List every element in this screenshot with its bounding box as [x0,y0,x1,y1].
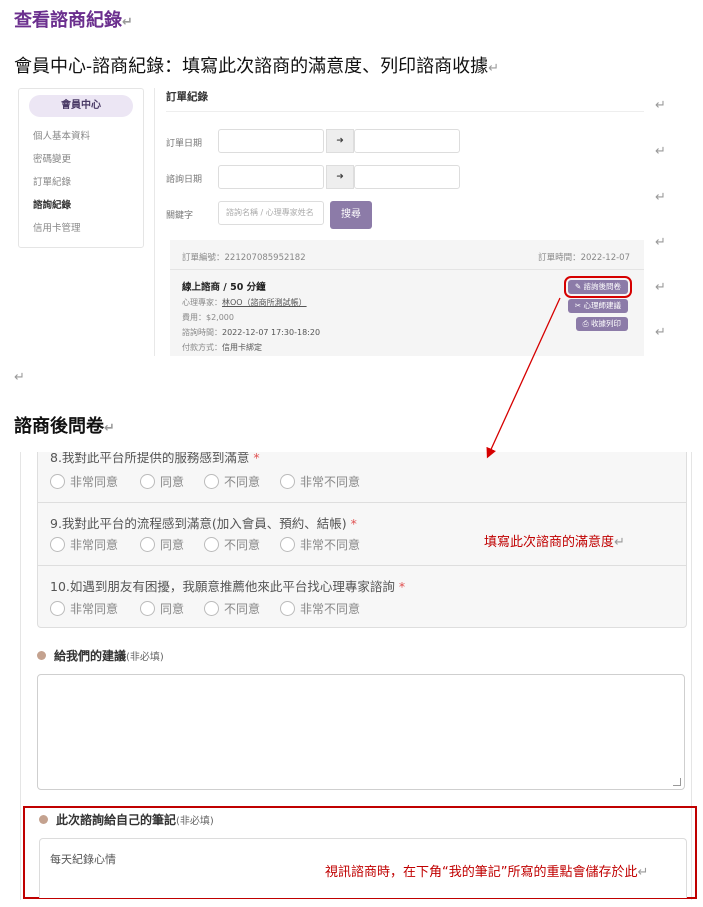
return-mark: ↵ [655,325,666,340]
radio-option[interactable]: 非常同意 [50,536,118,553]
question-text: 10.如遇到朋友有困擾，我願意推薦他來此平台找心理專家諮詢 * [50,579,406,594]
bullet-icon [39,815,48,824]
question-text: 9.我對此平台的流程感到滿意(加入會員、預約、結帳) * [50,516,357,531]
sidebar-item-credit-card[interactable]: 信用卡管理 [19,217,143,240]
consult-date-label: 諮詢日期 [166,175,203,185]
order-date-start-input[interactable] [218,129,324,153]
return-mark: ↵ [655,190,666,205]
survey-button[interactable]: ✎ 諮詢後問卷 [563,276,633,298]
arrow-right-icon: ➜ [326,165,354,189]
radio-option[interactable]: 非常不同意 [280,536,360,553]
resize-handle-icon[interactable] [673,778,681,786]
order-date-end-input[interactable] [354,129,460,153]
order-consult-time: 諮詢時間：2022-12-07 17:30-18:20 [182,328,321,337]
advice-button[interactable]: ✂ 心理師建議 [567,299,628,313]
receipt-print-button[interactable]: ⎙ 收據列印 [575,317,628,331]
consult-date-row: 諮詢日期 ➜ [166,165,644,191]
radio-option[interactable]: 不同意 [204,473,260,490]
printer-icon: ⎙ [582,319,591,328]
consult-date-end-input[interactable] [354,165,460,189]
doc-title: 查看諮商紀錄↵ [14,10,133,31]
order-fee: 費用：$2,000 [182,313,234,322]
notes-annotation: 視訊諮商時，在下角“我的筆記”所寫的重點會儲存於此↵ [325,865,649,880]
radio-option[interactable]: 同意 [140,600,184,617]
radio-option[interactable]: 同意 [140,536,184,553]
question-9: 9.我對此平台的流程感到滿意(加入會員、預約、結帳) * 非常同意 同意 不同意… [38,503,686,566]
sidebar-header: 會員中心 [29,95,133,117]
sidebar-item-profile[interactable]: 個人基本資料 [19,125,143,148]
keyword-input[interactable]: 諮詢名稱 / 心理專家姓名 [218,201,324,225]
keyword-label: 關鍵字 [166,211,194,221]
return-mark: ↵ [655,280,666,295]
order-number: 訂單編號：221207085952182 [182,253,306,263]
section-title: 諮商後問卷↵ [14,416,115,437]
member-center-screenshot: 會員中心 個人基本資料 密碼變更 訂單紀錄 諮詢紀錄 信用卡管理 訂單紀錄 訂單… [18,88,648,358]
notes-textarea[interactable]: 每天紀錄心情 視訊諮商時，在下角“我的筆記”所寫的重點會儲存於此↵ [39,838,687,898]
return-mark: ↵ [655,235,666,250]
expert-link[interactable]: 林OO（諮商所測試帳） [222,298,307,307]
order-card: 訂單編號：221207085952182 訂單時間：2022-12-07 線上諮… [170,240,644,356]
order-name: 線上諮商 / 50 分鐘 [182,282,266,293]
edit-icon: ✎ [574,282,584,291]
main-panel: 訂單紀錄 訂單日期 ➜ 諮詢日期 ➜ 關鍵字 諮詢名稱 / 心理專家姓名 搜尋 … [166,88,644,356]
order-time: 訂單時間：2022-12-07 [538,253,630,263]
question-8: 8.我對此平台所提供的服務感到滿意 * 非常同意 同意 不同意 非常不同意 [38,452,686,503]
question-text: 8.我對此平台所提供的服務感到滿意 * [50,452,260,465]
order-expert: 心理專家：林OO（諮商所測試帳） [182,298,307,307]
page-title: 訂單紀錄 [166,88,644,112]
suggestion-label: 給我們的建議(非必填) [37,647,164,664]
order-date-label: 訂單日期 [166,139,203,149]
arrow-right-icon: ➜ [326,129,354,153]
notes-value: 每天紀錄心情 [50,853,116,866]
radio-option[interactable]: 非常同意 [50,600,118,617]
radio-option[interactable]: 同意 [140,473,184,490]
notes-section: 此次諮詢給自己的筆記(非必填) 每天紀錄心情 視訊諮商時，在下角“我的筆記”所寫… [23,806,697,899]
question-list: 8.我對此平台所提供的服務感到滿意 * 非常同意 同意 不同意 非常不同意 9.… [37,452,687,628]
return-mark: ↵ [14,370,25,385]
satisfaction-annotation: 填寫此次諮商的滿意度↵ [484,535,625,550]
tools-icon: ✂ [574,301,584,310]
radio-option[interactable]: 非常不同意 [280,600,360,617]
question-10: 10.如遇到朋友有困擾，我願意推薦他來此平台找心理專家諮詢 * 非常同意 同意 … [38,566,686,629]
sidebar-item-orders[interactable]: 訂單紀錄 [19,171,143,194]
radio-option[interactable]: 不同意 [204,536,260,553]
bullet-icon [37,651,46,660]
return-mark: ↵ [655,144,666,159]
doc-subtitle: 會員中心-諮商紀錄：填寫此次諮商的滿意度、列印諮商收據↵ [14,56,499,77]
search-button[interactable]: 搜尋 [330,201,372,229]
divider [154,88,155,356]
notes-label: 此次諮詢給自己的筆記(非必填) [39,811,214,828]
return-mark: ↵ [655,98,666,113]
order-card-header: 訂單編號：221207085952182 訂單時間：2022-12-07 [170,240,644,270]
sidebar-item-consult-records[interactable]: 諮詢紀錄 [19,194,143,217]
sidebar: 會員中心 個人基本資料 密碼變更 訂單紀錄 諮詢紀錄 信用卡管理 [18,88,144,248]
order-payment: 付款方式：信用卡綁定 [182,343,262,352]
consult-date-start-input[interactable] [218,165,324,189]
radio-option[interactable]: 非常不同意 [280,473,360,490]
radio-option[interactable]: 不同意 [204,600,260,617]
keyword-row: 關鍵字 諮詢名稱 / 心理專家姓名 搜尋 [166,201,644,229]
sidebar-item-password[interactable]: 密碼變更 [19,148,143,171]
order-date-row: 訂單日期 ➜ [166,129,644,155]
radio-option[interactable]: 非常同意 [50,473,118,490]
suggestion-textarea[interactable] [37,674,685,790]
